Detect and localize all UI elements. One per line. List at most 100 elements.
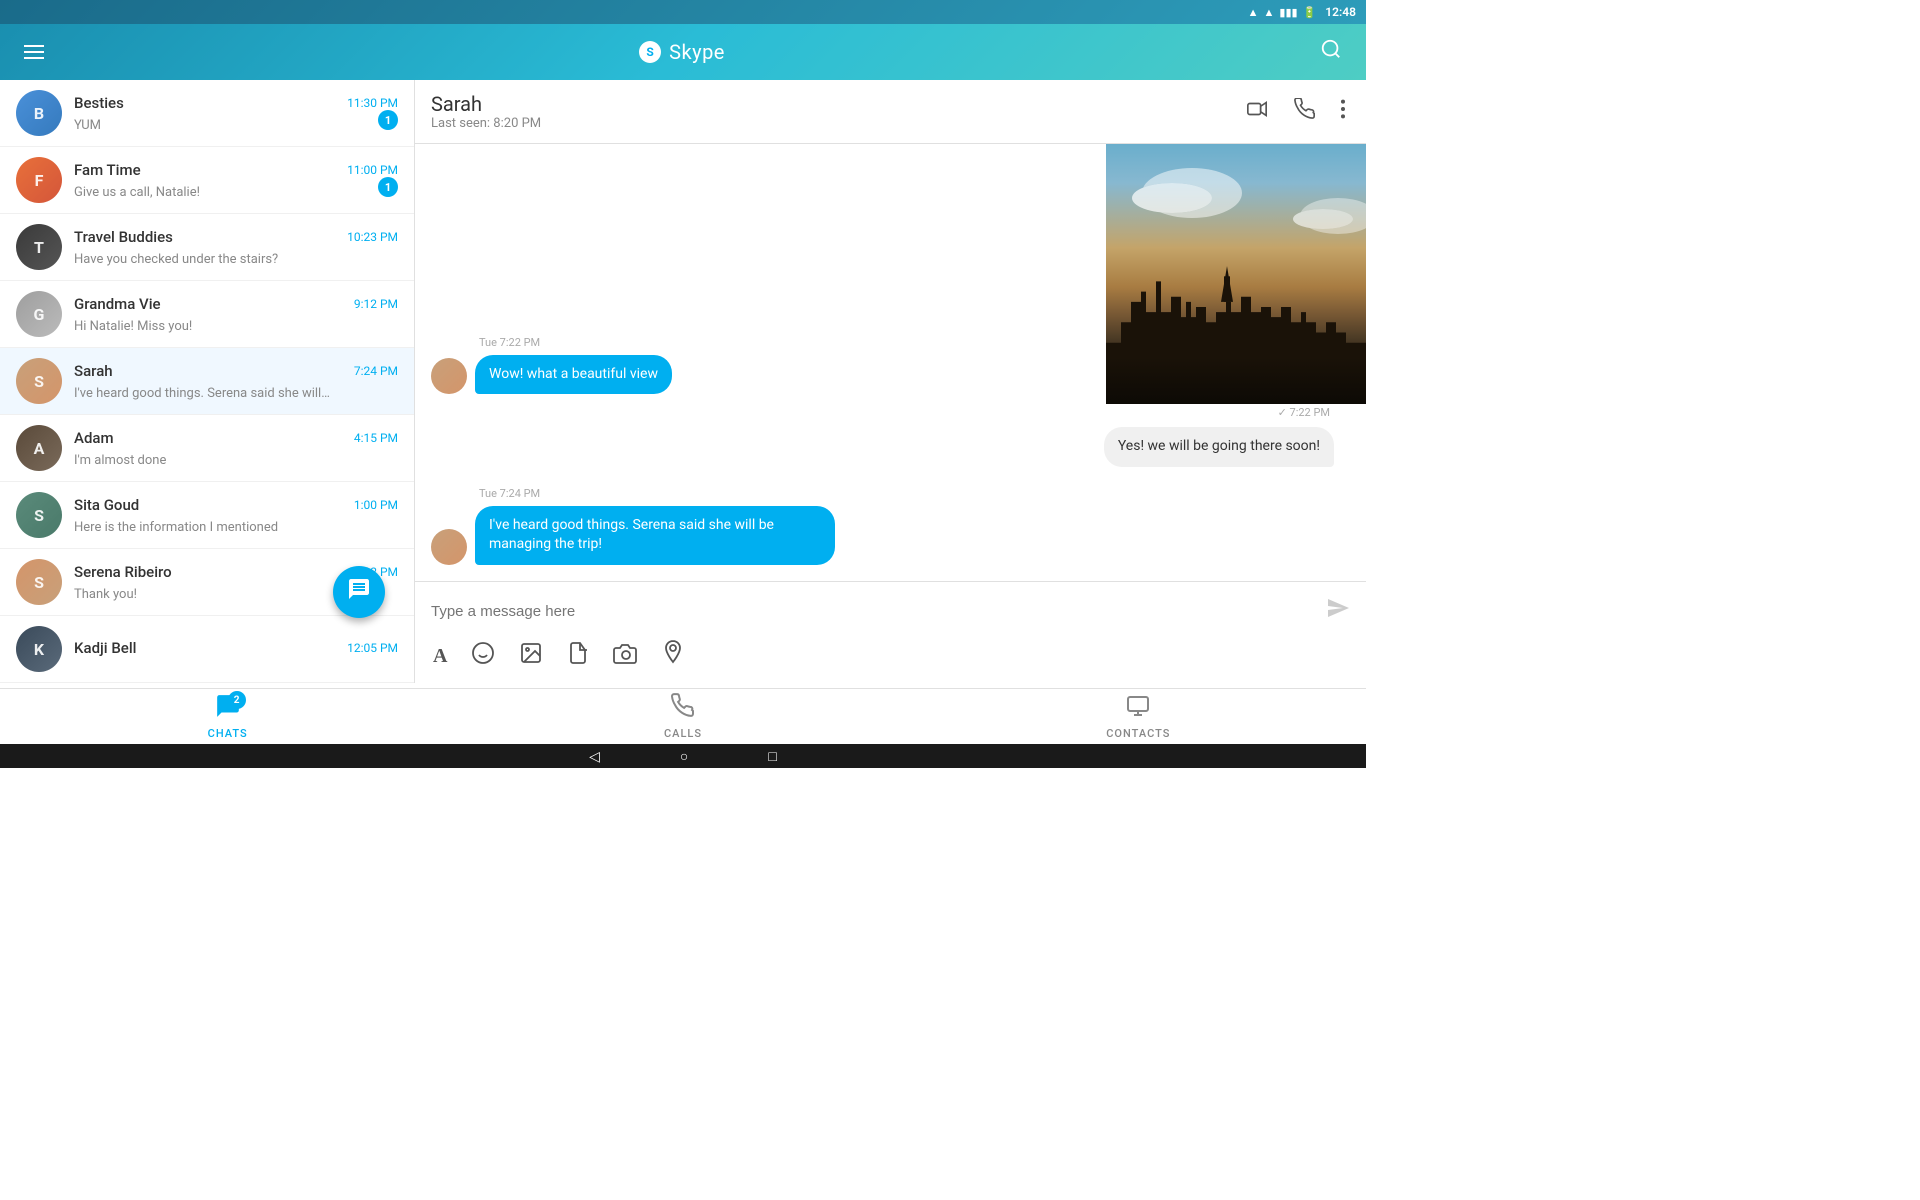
msg1-text: Wow! what a beautiful view [489, 366, 658, 382]
badge-fam-time: 1 [378, 177, 398, 197]
location-button[interactable] [661, 638, 685, 674]
status-icons: ▲ ▲ ▮▮▮ 🔋 12:48 [1248, 5, 1356, 19]
chat-preview-travel-buddies: Have you checked under the stairs? [74, 252, 278, 267]
chat-actions [1240, 94, 1350, 130]
more-options-icon [1340, 98, 1346, 120]
video-call-button[interactable] [1240, 94, 1274, 130]
message-group-3: Tue 7:24 PM I've heard good things. Sere… [475, 487, 835, 565]
video-call-icon [1244, 98, 1270, 120]
chat-name-fam-time: Fam Time [74, 161, 141, 179]
message-input[interactable] [431, 603, 1318, 620]
chat-item-grandma-vie[interactable]: G Grandma Vie 9:12 PM Hi Natalie! Miss y… [0, 281, 414, 348]
chat-time-sarah: 7:24 PM [354, 364, 398, 378]
chat-info-travel-buddies: Travel Buddies 10:23 PM Have you checked… [74, 228, 398, 267]
avatar-grandma-vie: G [16, 291, 62, 337]
chat-contact-info: Sarah Last seen: 8:20 PM [431, 92, 541, 131]
file-icon [567, 641, 589, 665]
msg3-timestamp: Tue 7:24 PM [479, 487, 540, 500]
nav-item-contacts[interactable]: CONTACTS [911, 687, 1366, 746]
chat-item-fam-time[interactable]: F Fam Time 11:00 PM Give us a call, Nata… [0, 147, 414, 214]
chat-preview-serena-ribeiro: Thank you! [74, 587, 137, 602]
emoji-icon [471, 641, 495, 665]
chat-time-adam: 4:15 PM [354, 431, 398, 445]
text-format-button[interactable]: A [431, 643, 449, 670]
emoji-button[interactable] [469, 639, 497, 673]
chat-header-row-kadji-bell: Kadji Bell 12:05 PM [74, 639, 398, 657]
nav-item-chats[interactable]: 2 CHATS [0, 687, 455, 746]
avatar-serena-ribeiro: S [16, 559, 62, 605]
nav-label-contacts: CONTACTS [1106, 727, 1170, 740]
chat-header-row-fam-time: Fam Time 11:00 PM [74, 161, 398, 179]
search-button[interactable] [1312, 30, 1350, 74]
cloud1 [1132, 183, 1212, 213]
calls-nav-icon [671, 693, 695, 719]
status-time: 12:48 [1325, 5, 1356, 19]
chat-preview-besties: YUM [74, 118, 101, 133]
message-bubble-3: I've heard good things. Serena said she … [475, 506, 835, 565]
left-panel-wrapper: B Besties 11:30 PM YUM 1 F Fam Time 11:0… [0, 80, 415, 688]
nav-badge-chats: 2 [228, 691, 246, 709]
nav-item-calls[interactable]: CALLS [455, 687, 910, 746]
chat-time-sita-goud: 1:00 PM [354, 498, 398, 512]
signal-icon: ▮▮▮ [1279, 6, 1297, 19]
chat-info-fam-time: Fam Time 11:00 PM Give us a call, Natali… [74, 161, 398, 200]
message-group-1: Tue 7:22 PM Wow! what a beautiful view [475, 336, 672, 395]
chat-name-sita-goud: Sita Goud [74, 496, 139, 514]
message-bubble-1: Wow! what a beautiful view [475, 355, 672, 395]
image-button[interactable] [517, 639, 545, 673]
right-panel: Sarah Last seen: 8:20 PM [415, 80, 1366, 688]
chat-contact-name: Sarah [431, 92, 541, 116]
msg1-timestamp: Tue 7:22 PM [479, 336, 540, 349]
send-button[interactable] [1326, 596, 1350, 626]
voice-call-button[interactable] [1290, 94, 1320, 130]
avatar-adam: A [16, 425, 62, 471]
android-nav: ◁ ○ □ [0, 744, 1366, 768]
chat-name-serena-ribeiro: Serena Ribeiro [74, 563, 172, 581]
chat-item-travel-buddies[interactable]: T Travel Buddies 10:23 PM Have you check… [0, 214, 414, 281]
chat-header-row-sita-goud: Sita Goud 1:00 PM [74, 496, 398, 514]
hamburger-icon [24, 45, 44, 59]
compose-fab[interactable] [333, 566, 385, 618]
chat-header-row-grandma-vie: Grandma Vie 9:12 PM [74, 295, 398, 313]
wifi-icon2: ▲ [1264, 6, 1275, 19]
recent-button[interactable]: □ [768, 748, 776, 764]
file-button[interactable] [565, 639, 591, 673]
back-button[interactable]: ◁ [589, 748, 600, 765]
chat-item-sarah[interactable]: S Sarah 7:24 PM I've heard good things. … [0, 348, 414, 415]
bottom-nav: 2 CHATS CALLS CONTACTS [0, 688, 1366, 744]
chat-item-adam[interactable]: A Adam 4:15 PM I'm almost done [0, 415, 414, 482]
message-row-incoming-2: Tue 7:24 PM I've heard good things. Sere… [431, 487, 1350, 565]
chat-info-sarah: Sarah 7:24 PM I've heard good things. Se… [74, 362, 398, 401]
status-bar: ▲ ▲ ▮▮▮ 🔋 12:48 [0, 0, 1366, 24]
contacts-nav-icon [1126, 693, 1150, 719]
app-bar-center: S Skype [639, 40, 725, 64]
chat-time-besties: 11:30 PM [347, 96, 398, 110]
sarah-avatar-msg1 [431, 358, 467, 394]
camera-button[interactable] [611, 640, 641, 672]
chat-last-seen: Last seen: 8:20 PM [431, 116, 541, 131]
msg3-text: I've heard good things. Serena said she … [489, 517, 774, 553]
chat-item-sita-goud[interactable]: S Sita Goud 1:00 PM Here is the informat… [0, 482, 414, 549]
battery-icon: 🔋 [1303, 6, 1317, 19]
chat-item-besties[interactable]: B Besties 11:30 PM YUM 1 [0, 80, 414, 147]
chat-compose-icon [347, 577, 371, 601]
home-button[interactable]: ○ [680, 748, 688, 764]
street-level [1106, 357, 1366, 404]
chat-info-kadji-bell: Kadji Bell 12:05 PM [74, 639, 398, 659]
chat-preview-sarah: I've heard good things. Serena said she … [74, 386, 330, 401]
chat-item-kadji-bell[interactable]: K Kadji Bell 12:05 PM [0, 616, 414, 683]
more-options-button[interactable] [1336, 94, 1350, 130]
menu-button[interactable] [16, 37, 52, 67]
main-layout: B Besties 11:30 PM YUM 1 F Fam Time 11:0… [0, 80, 1366, 688]
avatar-besties: B [16, 90, 62, 136]
chat-name-kadji-bell: Kadji Bell [74, 639, 136, 657]
msg2-text: Yes! we will be going there soon! [1118, 438, 1320, 454]
chat-name-sarah: Sarah [74, 362, 113, 380]
nav-label-calls: CALLS [664, 727, 702, 740]
send-icon [1326, 596, 1350, 620]
chat-header-row-adam: Adam 4:15 PM [74, 429, 398, 447]
message-input-row [431, 590, 1350, 632]
sarah-avatar-msg3 [431, 529, 467, 565]
location-icon [663, 640, 683, 666]
chat-time-fam-time: 11:00 PM [347, 163, 398, 177]
